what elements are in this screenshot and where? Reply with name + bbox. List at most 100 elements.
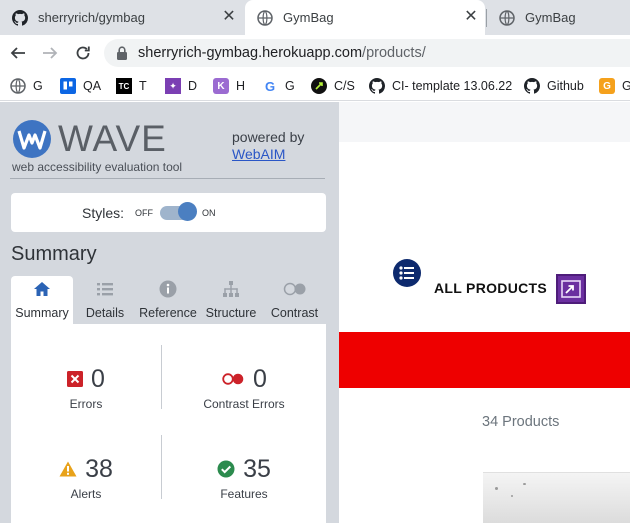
url-path: /products/	[362, 45, 426, 61]
reload-icon	[76, 46, 90, 60]
browser-tab-github[interactable]: sherryrich/gymbag ✕	[0, 0, 243, 35]
d-icon: ✦	[165, 78, 181, 94]
bookmark-label: G	[33, 79, 43, 93]
page-heading: ALL PRODUCTS	[434, 280, 548, 296]
summary-heading: Summary	[11, 243, 97, 265]
tab-details[interactable]: Details	[74, 276, 136, 324]
trello-icon	[60, 78, 76, 94]
cs-icon	[311, 78, 327, 94]
browser-toolbar: sherryrich-gymbag.herokuapp.com/products…	[0, 35, 630, 71]
tab-contrast[interactable]: Contrast	[263, 276, 326, 324]
bookmark-item[interactable]: G	[10, 75, 43, 97]
wave-subtitle: web accessibility evaluation tool	[12, 160, 183, 174]
github-icon	[524, 78, 540, 94]
alerts-label: Alerts	[70, 487, 102, 501]
tab-reference[interactable]: Reference	[137, 276, 199, 324]
forward-arrow-icon	[43, 47, 58, 59]
wave-logo: WAVE	[12, 118, 167, 160]
product-count: 34 Products	[482, 414, 560, 430]
wave-list-marker-icon[interactable]	[393, 259, 421, 287]
errors-count: 0	[91, 364, 105, 393]
alerts-count: 38	[85, 454, 113, 483]
bookmark-item[interactable]: G G	[262, 75, 295, 97]
github-icon	[12, 9, 28, 26]
bookmark-item[interactable]: C/S	[311, 75, 355, 97]
tc-icon: TC	[116, 78, 132, 94]
bookmarks-bar: G QA TC T ✦ D K H G G C/S CI- template 1…	[0, 71, 630, 101]
globe-icon	[10, 78, 26, 94]
error-icon	[67, 371, 84, 387]
reload-button[interactable]	[71, 41, 95, 65]
tab-label: Reference	[139, 306, 197, 320]
styles-toggle-box: Styles: OFF ON	[11, 193, 326, 232]
bookmark-label: G	[285, 79, 295, 93]
close-icon[interactable]: ✕	[463, 9, 479, 25]
bookmark-item[interactable]: G G	[599, 75, 630, 97]
browser-tab-gymbag-active[interactable]: GymBag ✕	[245, 0, 485, 35]
wave-link-marker-icon[interactable]	[556, 274, 586, 304]
product-image[interactable]	[483, 472, 630, 523]
globe-icon	[257, 9, 273, 26]
feature-check-icon	[217, 460, 235, 478]
tab-label: Summary	[15, 306, 69, 320]
bookmark-label: H	[236, 79, 246, 93]
contrast-error-icon	[222, 373, 244, 385]
styles-toggle-knob[interactable]	[178, 202, 197, 221]
browser-tab-strip: sherryrich/gymbag ✕ GymBag ✕ GymBag	[0, 0, 630, 35]
g-orange-icon: G	[599, 78, 615, 94]
back-arrow-icon	[10, 47, 25, 59]
bookmark-label: D	[188, 79, 198, 93]
divider	[10, 178, 325, 179]
h-icon: K	[213, 78, 229, 94]
bookmark-label: QA	[83, 79, 102, 93]
bookmark-item[interactable]: K H	[213, 75, 245, 97]
stat-alerts[interactable]: 38 Alerts	[11, 454, 161, 501]
bookmark-label: T	[139, 79, 147, 93]
tab-label: Structure	[205, 306, 257, 320]
features-count: 35	[243, 454, 271, 483]
lock-icon	[117, 46, 127, 60]
powered-by-label: powered by	[232, 129, 305, 145]
bookmark-item[interactable]: CI- template 13.06.22	[369, 75, 512, 97]
forward-button[interactable]	[38, 41, 62, 65]
toggle-on-label: ON	[202, 208, 216, 218]
bookmark-item[interactable]: QA	[60, 75, 101, 97]
tab-title: GymBag	[283, 10, 334, 25]
browser-tab-gymbag[interactable]: GymBag	[487, 0, 630, 35]
back-button[interactable]	[6, 41, 30, 65]
styles-label: Styles:	[82, 205, 125, 221]
url-host: sherryrich-gymbag.herokuapp.com	[138, 45, 363, 61]
errors-label: Errors	[69, 397, 103, 411]
close-icon[interactable]: ✕	[221, 9, 237, 25]
stat-features[interactable]: 35 Features	[162, 454, 326, 501]
bookmark-item[interactable]: ✦ D	[165, 75, 197, 97]
stat-errors[interactable]: 0 Errors	[11, 364, 161, 411]
image-detail	[523, 483, 526, 485]
structure-icon	[223, 281, 239, 297]
bookmark-label: CI- template 13.06.22	[392, 79, 513, 93]
bookmark-label: G	[622, 79, 630, 93]
tab-summary[interactable]: Summary	[11, 276, 73, 324]
tab-label: Contrast	[270, 306, 319, 320]
bookmark-item[interactable]: TC T	[116, 75, 147, 97]
address-bar[interactable]: sherryrich-gymbag.herokuapp.com/products…	[104, 39, 630, 67]
wave-tabs: Summary Details Reference Structure Cont…	[11, 276, 326, 324]
tab-label: Details	[85, 306, 125, 320]
list-icon	[97, 283, 113, 296]
alert-icon	[59, 461, 77, 477]
google-icon: G	[264, 78, 276, 94]
home-icon	[34, 282, 50, 296]
summary-panel: 0 Errors 0 Contrast Errors 38 Alerts 35 …	[11, 324, 326, 523]
globe-icon	[499, 9, 515, 26]
image-detail	[495, 487, 498, 490]
red-banner	[339, 332, 630, 388]
features-label: Features	[220, 487, 268, 501]
tab-structure[interactable]: Structure	[200, 276, 262, 324]
bookmark-label: C/S	[334, 79, 355, 93]
webaim-link[interactable]: WebAIM	[232, 146, 285, 162]
wave-logo-text: WAVE	[58, 118, 167, 159]
info-icon	[159, 280, 177, 298]
contrast-icon	[283, 282, 305, 296]
stat-contrast-errors[interactable]: 0 Contrast Errors	[162, 364, 326, 412]
bookmark-item[interactable]: Github	[524, 75, 584, 97]
